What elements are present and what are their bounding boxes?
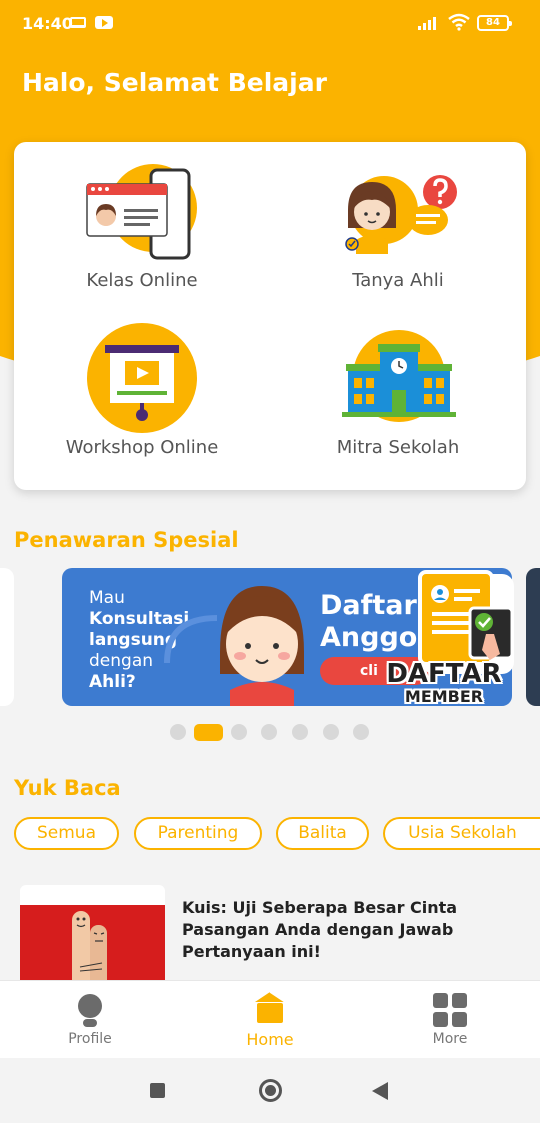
nav-item-more[interactable]: More bbox=[360, 981, 540, 1059]
nav-item-profile[interactable]: Profile bbox=[0, 981, 180, 1059]
sticker-line: MEMBER bbox=[404, 687, 484, 706]
carousel-dot[interactable] bbox=[170, 724, 186, 740]
nav-item-home[interactable]: Home bbox=[180, 981, 360, 1059]
previous-banner-peek[interactable] bbox=[0, 568, 14, 706]
home-button-icon[interactable] bbox=[259, 1079, 282, 1102]
carousel-dot-active[interactable] bbox=[194, 724, 223, 741]
banner-text-line: dengan bbox=[89, 651, 154, 671]
article-title: Kuis: Uji Seberapa Besar Cinta Pasangan … bbox=[182, 898, 458, 961]
profile-icon bbox=[78, 994, 102, 1027]
menu-item-tanya-ahli[interactable]: Tanya Ahli bbox=[270, 142, 526, 316]
status-bar: 14:40 84 bbox=[0, 0, 540, 46]
school-building-icon bbox=[342, 330, 456, 422]
nav-label: More bbox=[432, 1031, 468, 1047]
menu-label: Tanya Ahli bbox=[352, 270, 444, 291]
expert-avatar-illustration bbox=[220, 586, 304, 706]
banner-text-line: Ahli? bbox=[89, 672, 136, 692]
laptop-icon bbox=[70, 17, 86, 28]
ask-expert-icon bbox=[345, 175, 457, 254]
wifi-icon bbox=[448, 13, 470, 31]
special-offers-title: Penawaran Spesial bbox=[14, 528, 239, 552]
next-banner-peek[interactable] bbox=[526, 568, 540, 706]
greeting-title: Halo, Selamat Belajar bbox=[22, 68, 327, 97]
article-filter-chips: Semua Parenting Balita Usia Sekolah bbox=[14, 817, 540, 851]
youtube-icon bbox=[95, 16, 113, 29]
carousel-dot[interactable] bbox=[323, 724, 339, 740]
home-icon bbox=[255, 991, 286, 1023]
carousel-dot[interactable] bbox=[353, 724, 369, 740]
article-card[interactable]: Kuis: Uji Seberapa Besar Cinta Pasangan … bbox=[20, 885, 540, 995]
menu-label: Mitra Sekolah bbox=[336, 437, 460, 458]
recent-apps-icon[interactable] bbox=[150, 1083, 165, 1098]
filter-chip-balita[interactable]: Balita bbox=[276, 817, 369, 850]
reading-section-title: Yuk Baca bbox=[14, 776, 121, 800]
signal-icon bbox=[418, 17, 436, 30]
system-navigation-bar bbox=[0, 1058, 540, 1123]
filter-chip-usia-sekolah[interactable]: Usia Sekolah bbox=[383, 817, 540, 850]
sticker-line: DAFTAR bbox=[386, 659, 502, 689]
nav-label: Home bbox=[246, 1030, 294, 1049]
online-class-icon bbox=[86, 164, 197, 260]
feature-menu-card: Kelas Online Tanya Ahli Workshop Online … bbox=[14, 142, 526, 490]
menu-item-mitra-sekolah[interactable]: Mitra Sekolah bbox=[270, 316, 526, 490]
carousel-dot[interactable] bbox=[231, 724, 247, 740]
carousel-dot[interactable] bbox=[292, 724, 308, 740]
article-thumbnail bbox=[20, 885, 165, 995]
menu-label: Kelas Online bbox=[86, 270, 198, 291]
carousel-dot[interactable] bbox=[261, 724, 277, 740]
menu-label: Workshop Online bbox=[65, 437, 219, 458]
nav-label: Profile bbox=[68, 1031, 112, 1047]
filter-chip-semua[interactable]: Semua bbox=[14, 817, 119, 850]
bottom-navigation: Profile Home More bbox=[0, 980, 540, 1058]
battery-icon: 84 bbox=[477, 15, 512, 31]
more-grid-icon bbox=[433, 993, 467, 1027]
filter-chip-parenting[interactable]: Parenting bbox=[134, 817, 262, 850]
status-time: 14:40 bbox=[22, 14, 73, 33]
daftar-member-sticker: DAFTAR MEMBER bbox=[380, 660, 508, 706]
banner-text-line: Mau bbox=[89, 588, 125, 608]
app-screen: 14:40 84 Halo, Selamat Belajar Kelas Onl… bbox=[0, 0, 540, 1123]
menu-item-kelas-online[interactable]: Kelas Online bbox=[14, 142, 270, 316]
menu-item-workshop-online[interactable]: Workshop Online bbox=[14, 316, 270, 490]
workshop-presentation-icon bbox=[87, 323, 197, 433]
back-icon[interactable] bbox=[372, 1082, 388, 1100]
